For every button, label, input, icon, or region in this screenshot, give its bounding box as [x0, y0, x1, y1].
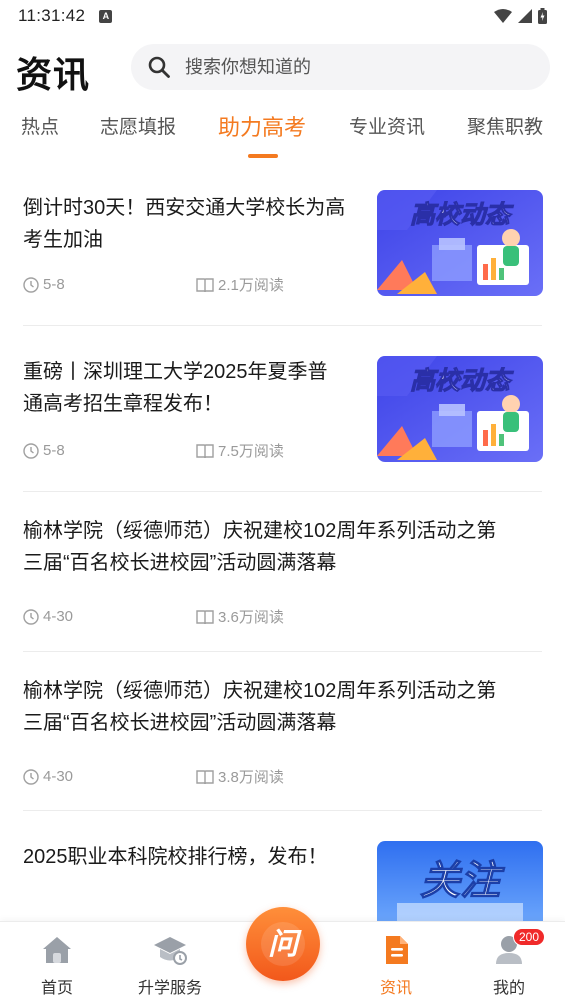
tab-major-news[interactable]: 专业资讯 [349, 112, 425, 139]
nav-news[interactable]: 资讯 [346, 922, 446, 1004]
search-icon [148, 56, 170, 78]
thumb-label: 关注 [420, 859, 505, 903]
article-title: 2025职业本科院校排行榜，发布！ [23, 846, 328, 868]
nav-services-label: 升学服务 [137, 980, 202, 997]
nav-services[interactable]: 升学服务 [120, 922, 220, 1004]
book-icon [196, 769, 214, 784]
header: 资讯 [0, 44, 565, 95]
signal-icon [518, 9, 532, 23]
article-item[interactable]: 榆林学院（绥德师范）庆祝建校102周年系列活动之第 三届“百名校长进校园”活动圆… [23, 675, 543, 795]
article-meta: 5-8 2.1万阅读 [23, 276, 284, 294]
nav-home-label: 首页 [40, 980, 73, 997]
article-views: 3.8万阅读 [196, 766, 284, 787]
article-views: 7.5万阅读 [196, 440, 284, 461]
divider [23, 651, 542, 652]
thumb-label: 高校动态 [410, 201, 514, 229]
article-views: 2.1万阅读 [196, 274, 284, 295]
article-date: 4-30 [23, 768, 73, 785]
article-date: 4-30 [23, 608, 73, 625]
nav-home[interactable]: 首页 [7, 922, 107, 1004]
article-meta: 5-8 7.5万阅读 [23, 442, 284, 460]
battery-icon [538, 8, 547, 24]
wifi-icon [494, 9, 512, 23]
clock-icon [23, 442, 39, 459]
status-icons [494, 8, 547, 24]
article-thumbnail: 关注 [377, 841, 543, 921]
article-thumbnail: 高校动态 [377, 190, 543, 296]
article-item[interactable]: 榆林学院（绥德师范）庆祝建校102周年系列活动之第 三届“百名校长进校园”活动圆… [23, 515, 543, 635]
article-item[interactable]: 重磅丨深圳理工大学2025年夏季普 通高考招生章程发布！ 5-8 7.5万阅读 [23, 356, 543, 476]
divider [23, 810, 542, 811]
notification-icon: A [99, 9, 113, 23]
tab-hot[interactable]: 热点 [21, 112, 59, 139]
article-title: 榆林学院（绥德师范）庆祝建校102周年系列活动之第 三届“百名校长进校园”活动圆… [23, 520, 497, 574]
clock-icon [23, 608, 39, 625]
news-doc-icon [383, 934, 409, 966]
tab-gaokao-help[interactable]: 助力高考 [218, 110, 306, 142]
status-bar: 11:31:42 A [0, 0, 565, 32]
clock-icon [23, 768, 39, 785]
article-views: 3.6万阅读 [196, 606, 284, 627]
divider [23, 491, 542, 492]
article-title: 榆林学院（绥德师范）庆祝建校102周年系列活动之第 三届“百名校长进校园”活动圆… [23, 680, 497, 734]
category-tabs: 热点 志愿填报 助力高考 专业资讯 聚焦职教 [0, 112, 565, 158]
divider [23, 325, 542, 326]
tab-volunteer-filling[interactable]: 志愿填报 [100, 112, 176, 139]
book-icon [196, 277, 214, 292]
article-meta: 4-30 3.6万阅读 [23, 608, 284, 626]
article-meta: 4-30 3.8万阅读 [23, 768, 284, 786]
article-title: 重磅丨深圳理工大学2025年夏季普 通高考招生章程发布！ [23, 361, 328, 415]
ask-icon: 问 [261, 922, 305, 966]
active-tab-indicator [248, 154, 278, 158]
article-title: 倒计时30天！西安交通大学校长为高 考生加油 [23, 197, 346, 251]
page-title: 资讯 [16, 54, 91, 95]
book-icon [196, 609, 214, 624]
nav-mine-label: 我的 [492, 980, 525, 997]
user-icon: 200 [495, 928, 546, 966]
clock-icon [23, 276, 39, 293]
graduation-cap-icon [153, 934, 187, 966]
home-icon [42, 934, 72, 966]
article-date: 5-8 [23, 276, 65, 293]
nav-mine[interactable]: 200 我的 [459, 922, 559, 1004]
status-time: 11:31:42 [18, 6, 86, 25]
tab-vocational-focus[interactable]: 聚焦职教 [467, 112, 543, 139]
ask-button[interactable]: 问 [246, 907, 320, 981]
nav-news-label: 资讯 [379, 980, 412, 997]
ask-glyph: 问 [268, 928, 302, 961]
thumb-label: 高校动态 [410, 367, 514, 395]
notification-badge: 200 [513, 928, 546, 946]
article-item[interactable]: 倒计时30天！西安交通大学校长为高 考生加油 5-8 2.1万阅读 高校动态 [23, 190, 543, 310]
article-date: 5-8 [23, 442, 65, 459]
search-bar[interactable] [131, 44, 550, 90]
book-icon [196, 443, 214, 458]
search-input[interactable] [185, 56, 515, 78]
article-thumbnail: 高校动态 [377, 356, 543, 462]
